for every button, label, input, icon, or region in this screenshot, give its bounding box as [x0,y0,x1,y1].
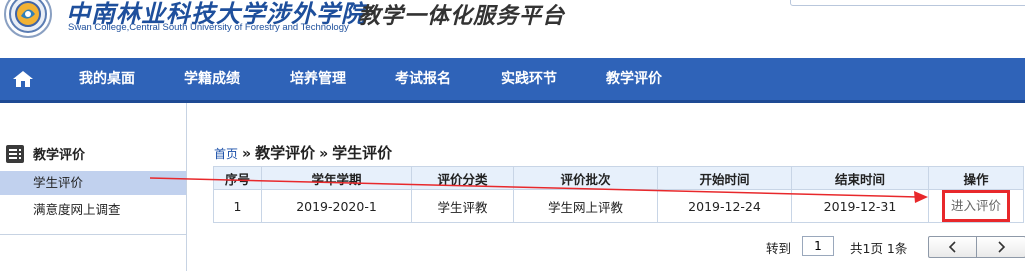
page-number-input[interactable] [802,236,834,256]
nav-item-desktop[interactable]: 我的桌面 [79,58,135,100]
breadcrumb-home-link[interactable]: 首页 [214,147,238,161]
table-header-row: 序号 学年学期 评价分类 评价批次 开始时间 结束时间 操作 [213,166,1024,190]
cell-action: 进入评价 [928,189,1024,223]
column-header-term: 学年学期 [261,166,412,190]
nav-item-evaluation[interactable]: 教学评价 [606,58,662,100]
nav-item-records[interactable]: 学籍成绩 [184,58,240,100]
cell-batch: 学生网上评教 [513,189,658,223]
prev-page-button[interactable] [929,237,977,257]
pager-info: 共1页 1条 [850,241,908,256]
pager-goto-label: 转到 [766,241,792,256]
next-page-button[interactable] [977,237,1024,257]
breadcrumb-level2: 学生评价 [332,144,393,162]
list-icon [6,145,24,163]
chevron-left-icon [948,241,956,253]
breadcrumb-separator: » [242,146,252,162]
cell-term: 2019-2020-1 [261,189,412,223]
breadcrumb-separator: » [319,146,329,162]
nav-item-practice[interactable]: 实践环节 [501,58,557,100]
cell-category: 学生评教 [411,189,514,223]
enter-evaluation-button[interactable]: 进入评价 [941,190,1011,222]
column-header-action: 操作 [928,166,1024,190]
column-header-start: 开始时间 [657,166,792,190]
column-header-index: 序号 [213,166,262,190]
nav-home-button[interactable] [0,58,46,100]
sidebar-item-label: 学生评价 [33,175,84,190]
sidebar-item-satisfaction-survey[interactable]: 满意度网上调查 [0,198,186,222]
sidebar-divider [0,234,186,235]
column-header-end: 结束时间 [791,166,929,190]
chevron-right-icon [997,241,1005,253]
header-user-box [790,0,1025,6]
sidebar-heading: 教学评价 [0,141,186,169]
main-nav: 我的桌面 学籍成绩 培养管理 考试报名 实践环节 教学评价 [0,58,1025,103]
breadcrumb-level1: 教学评价 [255,144,316,162]
column-header-batch: 评价批次 [513,166,658,190]
sidebar: 教学评价 学生评价 满意度网上调查 [0,103,187,271]
page-header: 中南林业科技大学涉外学院 Swan College,Central South … [0,0,1025,58]
evaluation-table: 序号 学年学期 评价分类 评价批次 开始时间 结束时间 操作 1 2019-20… [213,166,1024,223]
sidebar-item-label: 满意度网上调查 [33,202,121,217]
breadcrumb: 首页 » 教学评价 » 学生评价 [214,142,392,163]
school-name-en: Swan College,Central South University of… [68,22,349,33]
nav-item-training[interactable]: 培养管理 [290,58,346,100]
cell-start: 2019-12-24 [657,189,792,223]
sidebar-item-student-evaluation[interactable]: 学生评价 [0,171,186,195]
nav-item-exam[interactable]: 考试报名 [395,58,451,100]
cell-end: 2019-12-31 [791,189,929,223]
column-header-category: 评价分类 [411,166,514,190]
sidebar-heading-label: 教学评价 [33,148,86,163]
cell-index: 1 [213,189,262,223]
college-logo [4,0,62,40]
platform-title: 教学一体化服务平台 [358,4,566,29]
table-row: 1 2019-2020-1 学生评教 学生网上评教 2019-12-24 201… [213,189,1024,223]
pager-buttons [928,236,1025,258]
home-icon [13,71,33,87]
